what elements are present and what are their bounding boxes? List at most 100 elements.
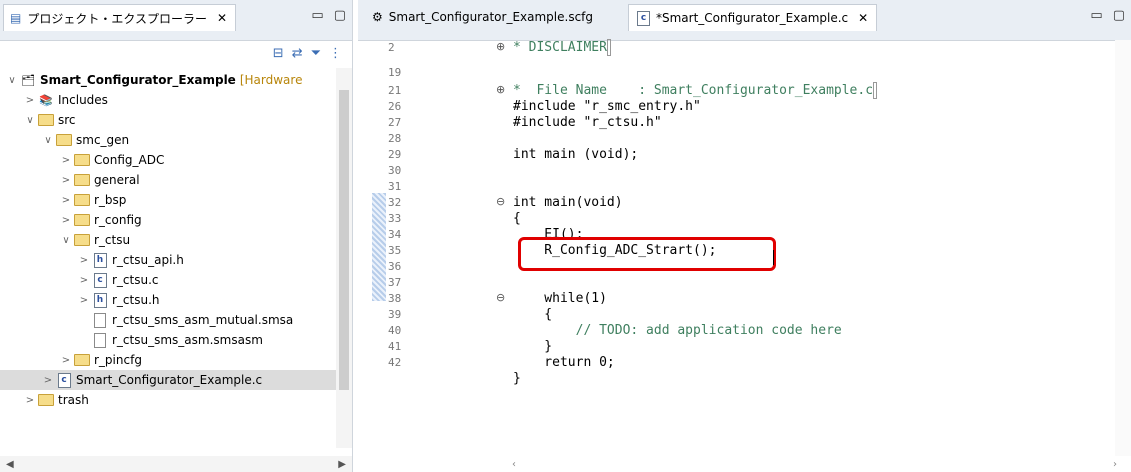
line-number: 2 [388,41,395,54]
editor-horizontal-scrollbar[interactable]: ‹ › [498,456,1131,472]
tree-item[interactable]: > r_pincfg [0,350,336,370]
tree-item[interactable]: ∨ 🗂 Smart_Configurator_Example [Hardware [0,70,336,90]
collapse-fold-icon[interactable]: ⊖ [496,291,505,304]
code-line: { [513,211,521,226]
c-file-icon: c [56,372,72,388]
line-number: 41 [388,340,402,353]
code-line: // TODO: add application code here [513,323,842,338]
tree-item[interactable]: > r_bsp [0,190,336,210]
folded-text-marker[interactable] [606,39,611,56]
tree-item[interactable]: > h r_ctsu_api.h [0,250,336,270]
tree-item[interactable]: > c Smart_Configurator_Example.c [0,370,336,390]
text-file-icon [92,332,108,348]
line-number: 33 [388,212,402,225]
tree-item-label: r_ctsu_sms_asm_mutual.smsa [112,313,294,327]
explorer-tab-title: プロジェクト・エクスプローラー [27,11,207,26]
collapsed-arrow-icon[interactable]: > [60,175,72,186]
scroll-right-icon[interactable]: ▶ [338,459,346,470]
folder-icon [74,193,90,207]
collapsed-arrow-icon[interactable]: > [60,355,72,366]
tree-item-label: r_ctsu [94,233,131,247]
expanded-arrow-icon[interactable]: ∨ [6,75,18,86]
header-file-icon: h [92,292,108,308]
tree-item-label: r_ctsu_api.h [112,253,184,267]
tree-item-label: r_bsp [94,193,127,207]
folder-icon [74,153,90,167]
expand-fold-icon[interactable]: ⊕ [496,40,505,53]
tree-item[interactable]: > r_config [0,210,336,230]
highlight-box [518,237,776,271]
build-config-label: [Hardware [239,73,303,87]
tree-item[interactable]: ∨ smc_gen [0,130,336,150]
collapsed-arrow-icon[interactable]: > [78,255,90,266]
line-number: 26 [388,100,402,113]
tree-item[interactable]: > trash [0,390,336,410]
folded-text-marker[interactable] [873,82,878,99]
collapsed-arrow-icon[interactable]: > [78,295,90,306]
c-file-icon: c [92,272,108,288]
link-with-editor-icon[interactable]: ⇄ [292,46,303,61]
explorer-tab[interactable]: ▤ プロジェクト・エクスプローラー ✕ [3,4,237,31]
maximize-icon[interactable]: ▢ [334,8,346,23]
tree-item-label: r_pincfg [94,353,142,367]
code-line: #include "r_ctsu.h" [513,115,662,130]
collapsed-arrow-icon[interactable]: > [24,395,36,406]
line-number: 21 [388,84,402,97]
line-number: 37 [388,276,402,289]
tree-item[interactable]: > 📚 Includes [0,90,336,110]
code-line: return 0; [513,355,615,370]
close-icon[interactable]: ✕ [217,11,227,25]
tab-scfg[interactable]: ⚙ Smart_Configurator_Example.scfg [364,4,601,30]
scrollbar-thumb[interactable] [339,90,349,390]
collapsed-arrow-icon[interactable]: > [42,375,54,386]
tree-item[interactable]: > Config_ADC [0,150,336,170]
collapse-all-icon[interactable]: ⊟ [273,46,284,61]
collapsed-arrow-icon[interactable]: > [60,155,72,166]
line-number: 31 [388,180,402,193]
code-line: * File Name : Smart_Configurator_Example… [513,82,878,99]
expanded-arrow-icon[interactable]: ∨ [60,235,72,246]
collapsed-arrow-icon[interactable]: > [24,95,36,106]
collapsed-arrow-icon[interactable]: > [60,215,72,226]
line-number: 35 [388,244,402,257]
view-menu-icon[interactable]: ⋮ [329,46,342,61]
line-number: 36 [388,260,402,273]
tree-item[interactable]: > general [0,170,336,190]
tree-item[interactable]: r_ctsu_sms_asm_mutual.smsa [0,310,336,330]
tree-item-label: Smart_Configurator_Example.c [76,373,263,387]
scroll-left-icon[interactable]: ‹ [512,459,516,470]
tree-item-label: r_ctsu.c [112,273,159,287]
code-editor[interactable]: 2 19 21 26 27 28 29 30 31 32 33 34 35 36… [358,39,1131,472]
scroll-right-icon[interactable]: › [1113,459,1117,470]
minimize-icon[interactable]: ▭ [1090,8,1102,23]
close-icon[interactable]: ✕ [858,11,868,25]
tree-item[interactable]: ∨ src [0,110,336,130]
tree-item[interactable]: > c r_ctsu.c [0,270,336,290]
editor-vertical-scrollbar[interactable] [1115,40,1131,456]
tab-scfg-label: Smart_Configurator_Example.scfg [388,10,594,24]
filter-icon[interactable]: ⏷ [311,46,321,61]
explorer-window-controls: ▭ ▢ [311,8,346,23]
line-number: 39 [388,308,402,321]
explorer-vertical-scrollbar[interactable] [336,68,352,448]
explorer-horizontal-scrollbar[interactable]: ◀ ▶ [0,456,352,472]
minimize-icon[interactable]: ▭ [311,8,323,23]
line-number: 30 [388,164,402,177]
collapse-fold-icon[interactable]: ⊖ [496,195,505,208]
tree-item[interactable]: > h r_ctsu.h [0,290,336,310]
tree-item[interactable]: r_ctsu_sms_asm.smsasm [0,330,336,350]
collapsed-arrow-icon[interactable]: > [60,195,72,206]
line-number: 40 [388,324,402,337]
tree-item[interactable]: ∨ r_ctsu [0,230,336,250]
project-icon: 🗂 [21,73,35,87]
collapsed-arrow-icon[interactable]: > [78,275,90,286]
explorer-icon: ▤ [10,11,22,25]
gear-icon: ⚙ [372,10,383,24]
expand-fold-icon[interactable]: ⊕ [496,83,505,96]
c-file-icon: c [637,10,650,26]
tab-c-file[interactable]: c *Smart_Configurator_Example.c ✕ [628,4,878,31]
expanded-arrow-icon[interactable]: ∨ [42,135,54,146]
maximize-icon[interactable]: ▢ [1113,8,1125,23]
expanded-arrow-icon[interactable]: ∨ [24,115,36,126]
scroll-left-icon[interactable]: ◀ [6,459,14,470]
